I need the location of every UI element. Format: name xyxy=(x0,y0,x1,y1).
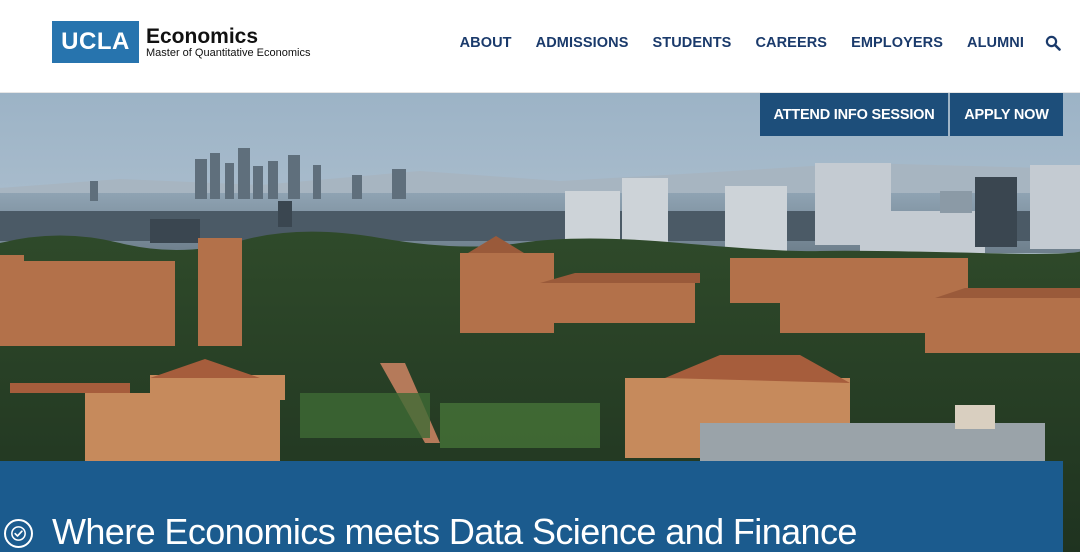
hero-headline: Where Economics meets Data Science and F… xyxy=(52,511,857,552)
accessibility-icon[interactable] xyxy=(4,519,33,548)
attend-info-session-button[interactable]: ATTEND INFO SESSION xyxy=(760,93,948,136)
search-icon[interactable] xyxy=(1044,34,1062,52)
cta-group: ATTEND INFO SESSION APPLY NOW xyxy=(760,93,1063,136)
main-nav: ABOUT ADMISSIONS STUDENTS CAREERS EMPLOY… xyxy=(460,34,1062,52)
hero-banner: Where Economics meets Data Science and F… xyxy=(0,461,1063,552)
logo-title: Economics xyxy=(146,24,259,48)
nav-item-careers[interactable]: CAREERS xyxy=(755,35,827,51)
nav-item-employers[interactable]: EMPLOYERS xyxy=(851,35,943,51)
site-header: UCLA Economics Master of Quantitative Ec… xyxy=(0,0,1080,93)
logo-subtitle: Master of Quantitative Economics xyxy=(146,46,311,59)
nav-item-students[interactable]: STUDENTS xyxy=(653,35,732,51)
nav-item-alumni[interactable]: ALUMNI xyxy=(967,35,1024,51)
nav-item-about[interactable]: ABOUT xyxy=(460,35,512,51)
hero: ATTEND INFO SESSION APPLY NOW Where Econ… xyxy=(0,93,1080,552)
nav-item-admissions[interactable]: ADMISSIONS xyxy=(536,35,629,51)
ucla-logo-mark: UCLA xyxy=(52,21,139,63)
apply-now-button[interactable]: APPLY NOW xyxy=(950,93,1063,136)
logo-text: Economics Master of Quantitative Economi… xyxy=(146,21,310,63)
site-logo[interactable]: UCLA Economics Master of Quantitative Ec… xyxy=(52,21,310,63)
